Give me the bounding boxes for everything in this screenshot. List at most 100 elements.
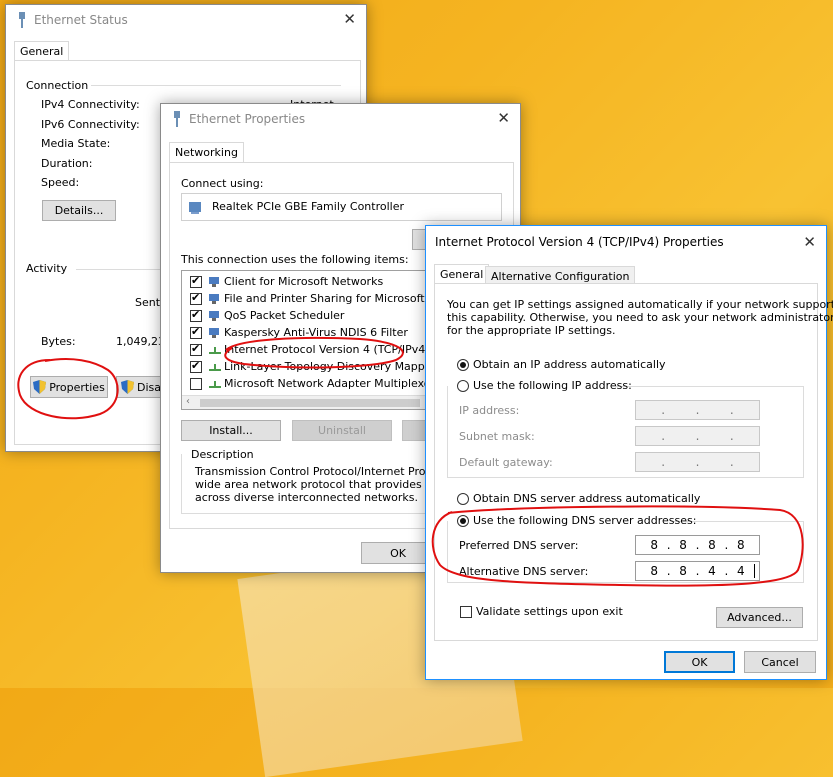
ethernet-properties-titlebar: Ethernet Properties ✕ bbox=[161, 104, 520, 134]
description-line: across diverse interconnected networks. bbox=[195, 491, 418, 504]
info-line: for the appropriate IP settings. bbox=[447, 324, 616, 337]
network-protocol-icon bbox=[209, 364, 221, 371]
media-state-label: Media State: bbox=[41, 137, 111, 150]
network-service-icon bbox=[209, 311, 219, 321]
uac-shield-icon bbox=[121, 380, 134, 394]
item-checkbox[interactable] bbox=[190, 291, 202, 305]
ok-button[interactable]: OK bbox=[664, 651, 735, 673]
item-checkbox[interactable] bbox=[190, 342, 202, 356]
octet: 8 bbox=[650, 538, 658, 552]
tab-general[interactable]: General bbox=[14, 41, 70, 61]
ipv4-properties-window: Internet Protocol Version 4 (TCP/IPv4) P… bbox=[425, 225, 833, 680]
close-icon[interactable]: ✕ bbox=[497, 109, 510, 127]
ip-dot: . bbox=[695, 403, 700, 417]
network-protocol-icon bbox=[209, 381, 221, 388]
cancel-button[interactable]: Cancel bbox=[744, 651, 816, 673]
adapter-field: Realtek PCIe GBE Family Controller bbox=[181, 193, 502, 221]
ip-address-field[interactable]: ... bbox=[635, 400, 760, 420]
adapter-name: Realtek PCIe GBE Family Controller bbox=[212, 200, 405, 213]
octet: 4 bbox=[708, 564, 716, 578]
details-button[interactable]: Details... bbox=[42, 200, 116, 221]
ok-button[interactable]: OK bbox=[361, 542, 435, 564]
ip-address-label: IP address: bbox=[459, 404, 520, 417]
close-icon[interactable]: ✕ bbox=[803, 233, 816, 251]
item-checkbox[interactable] bbox=[190, 308, 202, 322]
network-cable-icon bbox=[174, 111, 180, 127]
obtain-dns-auto-label[interactable]: Obtain DNS server address automatically bbox=[473, 492, 700, 505]
properties-button-label: Properties bbox=[49, 380, 105, 394]
octet: 8 bbox=[679, 538, 687, 552]
use-following-dns-radio[interactable] bbox=[457, 515, 469, 527]
network-service-icon bbox=[209, 328, 219, 338]
network-adapter-icon bbox=[189, 202, 201, 214]
tab-general[interactable]: General bbox=[434, 264, 490, 284]
obtain-dns-auto-radio[interactable] bbox=[457, 493, 469, 505]
use-following-ip-radio[interactable] bbox=[457, 380, 469, 392]
default-gateway-label: Default gateway: bbox=[459, 456, 553, 469]
octet: 8 bbox=[708, 538, 716, 552]
window-title: Ethernet Properties bbox=[189, 112, 306, 126]
octet: 4 bbox=[736, 564, 745, 578]
bytes-sent-value: 1,049,23 bbox=[116, 335, 165, 348]
uninstall-button[interactable]: Uninstall bbox=[292, 420, 392, 441]
speed-label: Speed: bbox=[41, 176, 80, 189]
ip-dot: . bbox=[729, 403, 734, 417]
subnet-mask-field[interactable]: ... bbox=[635, 426, 760, 446]
validate-settings-checkbox[interactable] bbox=[460, 606, 472, 618]
advanced-button[interactable]: Advanced... bbox=[716, 607, 803, 628]
text-cursor bbox=[754, 564, 755, 578]
scroll-left-icon[interactable]: ‹ bbox=[186, 396, 190, 407]
info-line: You can get IP settings assigned automat… bbox=[447, 298, 833, 311]
network-service-icon bbox=[209, 294, 219, 304]
item-checkbox[interactable] bbox=[190, 325, 202, 339]
item-label: Client for Microsoft Networks bbox=[224, 275, 384, 288]
items-label: This connection uses the following items… bbox=[181, 253, 409, 266]
ip-dot: . bbox=[695, 429, 700, 443]
ip-dot: . bbox=[661, 403, 666, 417]
install-button[interactable]: Install... bbox=[181, 420, 281, 441]
alternative-dns-field[interactable]: 8. 8. 4. 4 bbox=[635, 561, 760, 581]
item-label: QoS Packet Scheduler bbox=[224, 309, 345, 322]
duration-label: Duration: bbox=[41, 157, 93, 170]
ip-dot: . bbox=[729, 429, 734, 443]
item-checkbox[interactable] bbox=[190, 378, 202, 390]
default-gateway-field[interactable]: ... bbox=[635, 452, 760, 472]
preferred-dns-label: Preferred DNS server: bbox=[459, 539, 579, 552]
octet: 8 bbox=[679, 564, 687, 578]
ip-dot: . bbox=[666, 538, 671, 552]
subnet-mask-label: Subnet mask: bbox=[459, 430, 535, 443]
close-icon[interactable]: ✕ bbox=[343, 10, 356, 28]
disable-button-label: Disa bbox=[137, 380, 161, 394]
ip-dot: . bbox=[661, 429, 666, 443]
ip-dot: . bbox=[661, 455, 666, 469]
item-label: Link-Layer Topology Discovery Mapper I/O bbox=[224, 360, 456, 373]
obtain-ip-auto-label[interactable]: Obtain an IP address automatically bbox=[473, 358, 666, 371]
info-line: this capability. Otherwise, you need to … bbox=[447, 311, 833, 324]
connect-using-label: Connect using: bbox=[181, 177, 264, 190]
ip-dot: . bbox=[724, 538, 729, 552]
scroll-thumb[interactable] bbox=[200, 399, 420, 407]
alternative-dns-label: Alternative DNS server: bbox=[459, 565, 589, 578]
ip-dot: . bbox=[724, 564, 729, 578]
octet: 8 bbox=[736, 538, 745, 552]
octet: 8 bbox=[650, 564, 658, 578]
bytes-label: Bytes: bbox=[41, 335, 76, 348]
ip-dot: . bbox=[695, 455, 700, 469]
network-protocol-icon bbox=[209, 347, 221, 354]
obtain-ip-auto-radio[interactable] bbox=[457, 359, 469, 371]
properties-button[interactable]: Properties bbox=[30, 376, 108, 398]
validate-settings-label[interactable]: Validate settings upon exit bbox=[476, 605, 623, 618]
item-checkbox[interactable] bbox=[190, 359, 202, 373]
ipv4-connectivity-label: IPv4 Connectivity: bbox=[41, 98, 140, 111]
connection-group-label: Connection bbox=[26, 79, 89, 92]
item-checkbox[interactable] bbox=[190, 274, 202, 288]
item-label: Internet Protocol Version 4 (TCP/IPv4) bbox=[224, 343, 430, 356]
sent-label: Sent bbox=[135, 296, 161, 309]
tab-networking[interactable]: Networking bbox=[169, 142, 244, 162]
use-following-ip-label[interactable]: Use the following IP address: bbox=[473, 379, 632, 392]
use-following-dns-label[interactable]: Use the following DNS server addresses: bbox=[473, 514, 696, 527]
divider bbox=[76, 269, 161, 270]
network-client-icon bbox=[209, 277, 219, 287]
ip-dot: . bbox=[695, 538, 700, 552]
preferred-dns-field[interactable]: 8. 8. 8. 8 bbox=[635, 535, 760, 555]
